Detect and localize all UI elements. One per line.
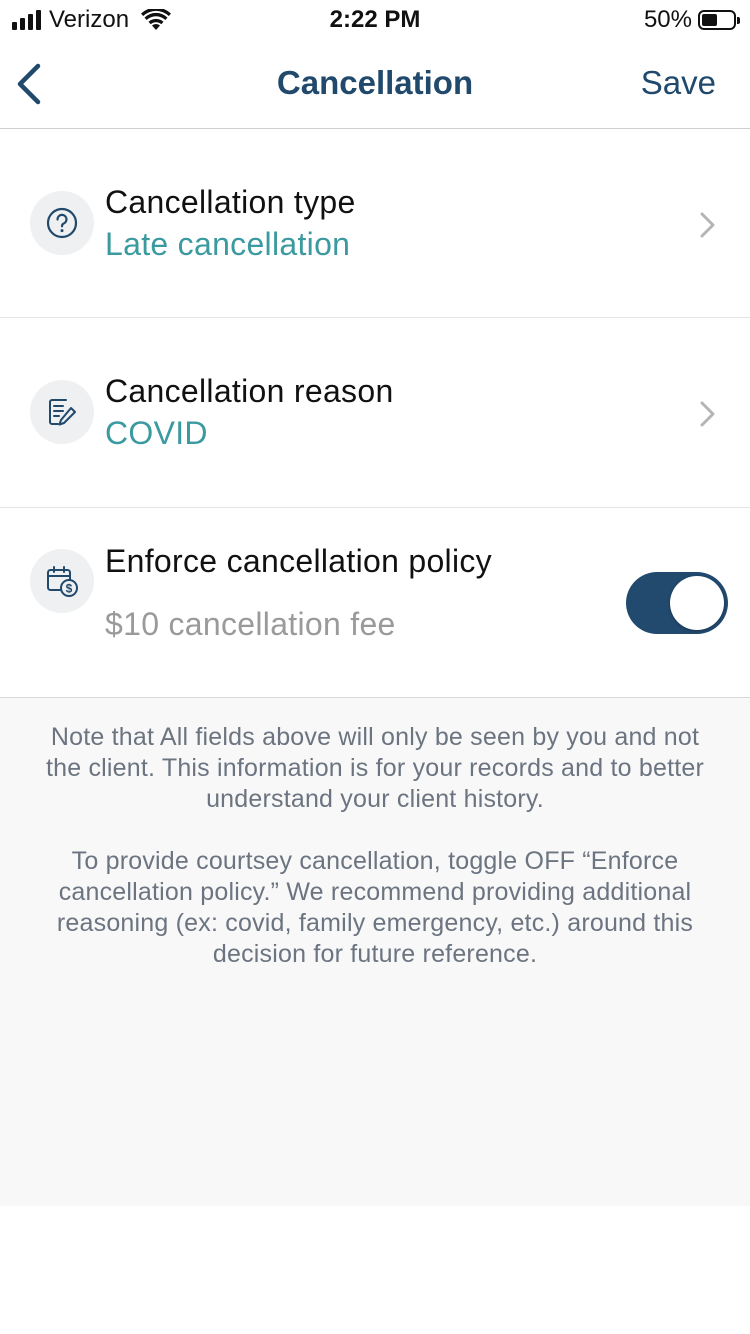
- info-note: Note that All fields above will only be …: [0, 698, 750, 1206]
- status-time: 2:22 PM: [329, 6, 421, 33]
- svg-text:$: $: [66, 582, 73, 596]
- enforce-policy-row: $ Enforce cancellation policy $10 cancel…: [0, 508, 750, 698]
- enforce-policy-label: Enforce cancellation policy: [105, 543, 492, 579]
- battery-percent: 50%: [643, 6, 692, 33]
- cancellation-type-label: Cancellation type: [105, 184, 356, 220]
- battery-status: 50%: [643, 6, 740, 34]
- cancellation-fee-text: $10 cancellation fee: [105, 606, 396, 642]
- cancellation-reason-value: COVID: [105, 415, 208, 451]
- status-bar: Verizon 2:22 PM 50%: [0, 0, 750, 40]
- chevron-right-icon: [700, 212, 715, 238]
- save-button[interactable]: Save: [641, 64, 716, 102]
- enforce-policy-toggle[interactable]: [626, 572, 728, 634]
- cancellation-type-value: Late cancellation: [105, 226, 351, 262]
- notes-edit-icon: [30, 380, 94, 444]
- page-title: Cancellation: [276, 64, 474, 101]
- battery-icon: [698, 10, 740, 30]
- note-paragraph-1: Note that All fields above will only be …: [45, 723, 705, 813]
- battery-fill: [702, 14, 717, 26]
- cancellation-reason-row[interactable]: Cancellation reason COVID: [0, 318, 750, 508]
- navigation-bar: Cancellation Save: [0, 40, 750, 129]
- chevron-right-icon: [700, 401, 715, 427]
- cancellation-type-row[interactable]: Cancellation type Late cancellation: [0, 129, 750, 318]
- toggle-knob: [670, 576, 724, 630]
- question-circle-icon: [30, 191, 94, 255]
- note-paragraph-2: To provide courtsey cancellation, toggle…: [56, 847, 694, 968]
- cancellation-reason-label: Cancellation reason: [105, 373, 394, 409]
- calendar-dollar-icon: $: [30, 549, 94, 613]
